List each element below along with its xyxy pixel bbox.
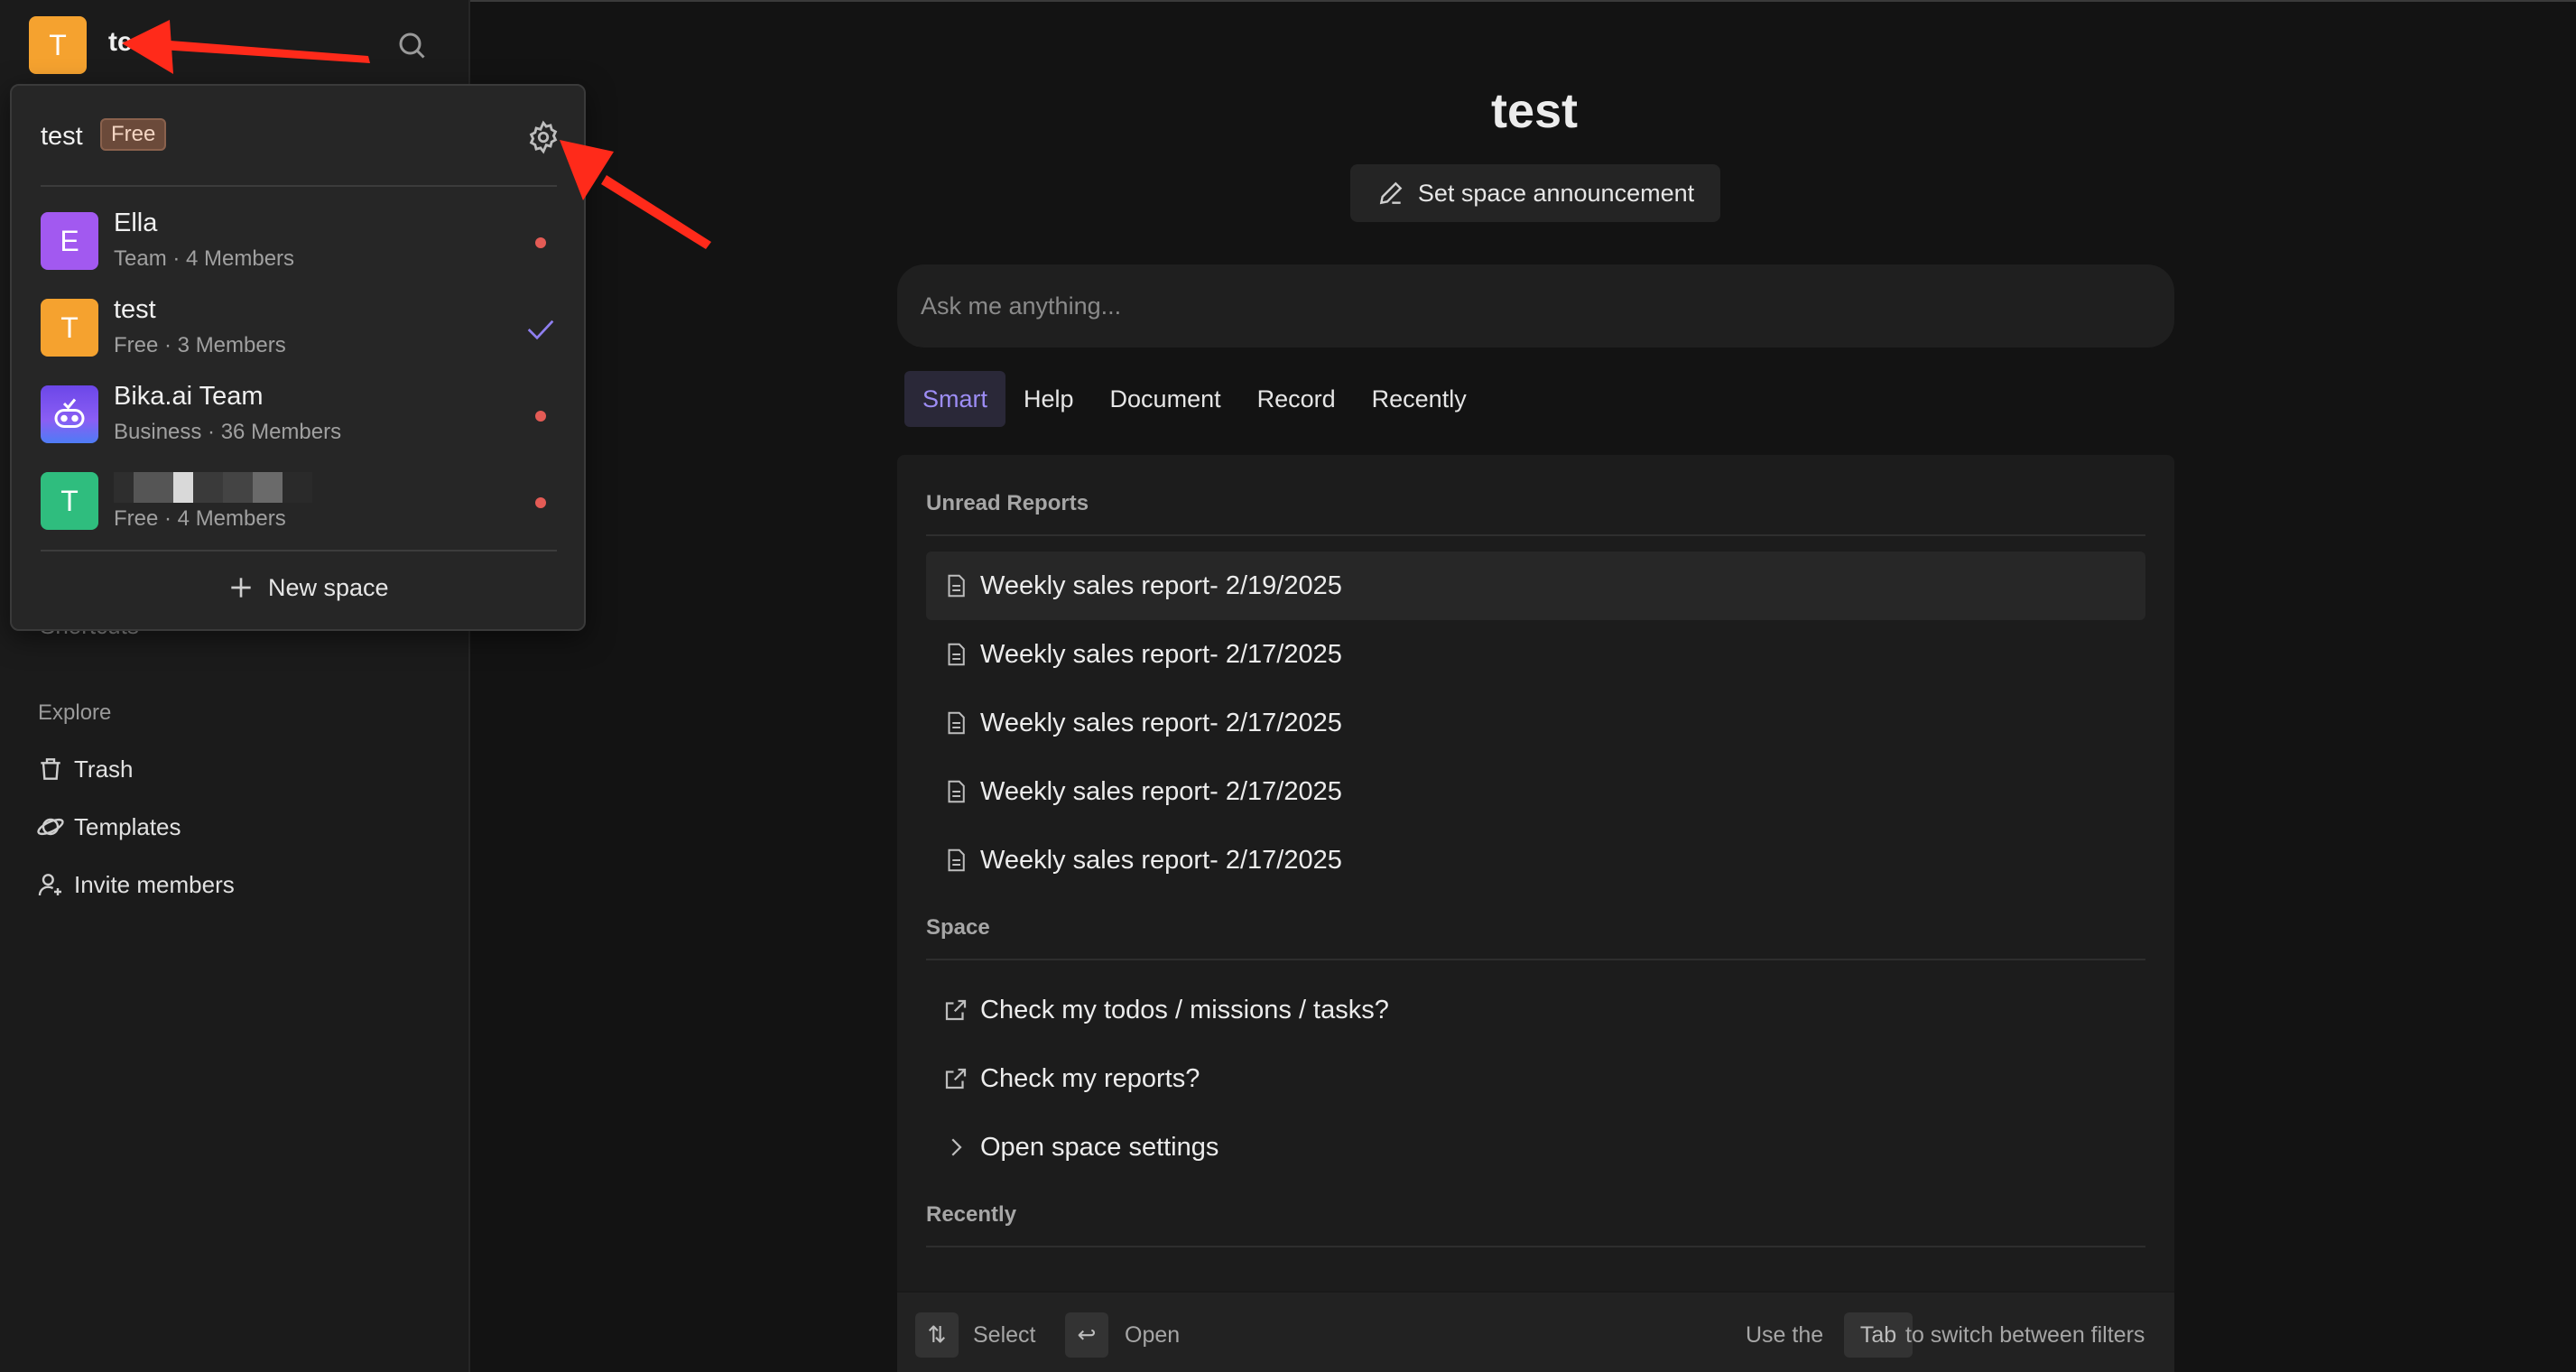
unread-reports-heading: Unread Reports: [926, 491, 1089, 515]
space-item-ella[interactable]: E Ella Team · 4 Members: [41, 203, 564, 284]
search-icon[interactable]: [395, 29, 428, 61]
new-space-label: New space: [268, 573, 389, 601]
announcement-label: Set space announcement: [1417, 179, 1695, 207]
ask-input[interactable]: [897, 264, 2174, 348]
new-space-button[interactable]: New space: [227, 573, 389, 602]
section-divider: [926, 959, 2145, 960]
space-action-label: Check my todos / missions / tasks?: [980, 995, 1389, 1024]
filter-tabs: Smart Help Document Record Recently: [904, 371, 1485, 427]
space-subtitle: Team · 4 Members: [114, 246, 295, 271]
space-switcher-popover: test Free E Ella Team · 4 Members T test…: [10, 84, 586, 631]
redacted-space-name: [114, 472, 312, 503]
section-divider: [926, 1246, 2145, 1247]
tab-hint-prefix: Use the: [1746, 1322, 1824, 1348]
report-item[interactable]: Weekly sales report- 2/17/2025: [926, 757, 2145, 826]
space-action-label: Check my reports?: [980, 1063, 1200, 1093]
report-title: Weekly sales report- 2/17/2025: [980, 708, 1342, 737]
space-avatar: T: [41, 299, 98, 357]
sidebar-item-label: Templates: [74, 812, 181, 840]
external-link-icon: [945, 999, 967, 1021]
report-title: Weekly sales report- 2/17/2025: [980, 639, 1342, 669]
sidebar-item-label: Invite members: [74, 870, 235, 898]
space-avatar: E: [41, 212, 98, 270]
tab-record[interactable]: Record: [1239, 371, 1354, 427]
document-icon: [948, 574, 965, 598]
document-icon: [948, 643, 965, 666]
space-subtitle: Free · 3 Members: [114, 333, 286, 357]
popover-divider: [41, 550, 557, 552]
sidebar-item-label: Trash: [74, 755, 134, 783]
space-subtitle: Business · 36 Members: [114, 420, 342, 444]
unread-dot: [535, 411, 546, 422]
user-plus-icon: [38, 874, 61, 896]
popover-divider: [41, 185, 557, 187]
pencil-icon: [1379, 181, 1403, 205]
enter-key-icon: ↩: [1065, 1312, 1108, 1358]
popover-space-title: test: [41, 122, 83, 151]
report-item[interactable]: Weekly sales report- 2/17/2025: [926, 620, 2145, 689]
page-title: test: [1490, 84, 1579, 138]
space-name: Ella: [114, 209, 158, 237]
check-icon: [527, 320, 554, 340]
tab-help[interactable]: Help: [1005, 371, 1092, 427]
tab-document[interactable]: Document: [1092, 371, 1239, 427]
space-action-item[interactable]: Open space settings: [926, 1113, 2145, 1182]
sidebar-item-trash[interactable]: Trash: [36, 755, 134, 783]
space-item-test[interactable]: T test Free · 3 Members: [41, 290, 564, 371]
space-subtitle: Free · 4 Members: [114, 506, 286, 531]
space-item-bika-team[interactable]: Bika.ai Team Business · 36 Members: [41, 376, 564, 458]
space-action-label: Open space settings: [980, 1132, 1219, 1162]
explore-section-label: Explore: [38, 700, 112, 725]
space-action-item[interactable]: Check my todos / missions / tasks?: [926, 976, 2145, 1044]
up-down-arrows-icon: ⇅: [915, 1312, 959, 1358]
chevron-right-icon: [951, 1138, 962, 1156]
trash-icon: [41, 758, 60, 780]
robot-logo-icon: [41, 385, 98, 443]
planet-icon: [37, 818, 64, 836]
select-hint: Select: [973, 1322, 1036, 1348]
recently-heading: Recently: [926, 1202, 1017, 1227]
tab-hint-suffix: to switch between filters: [1905, 1322, 2145, 1348]
tab-smart[interactable]: Smart: [904, 371, 1006, 427]
report-item[interactable]: Weekly sales report- 2/17/2025: [926, 826, 2145, 895]
space-item-blurred[interactable]: T Free · 4 Members: [41, 463, 564, 544]
report-item[interactable]: Weekly sales report- 2/19/2025: [926, 552, 2145, 620]
keyboard-hints-footer: ⇅ Select ↩ Open Use the Tab to switch be…: [897, 1291, 2174, 1372]
document-icon: [948, 780, 965, 803]
space-heading: Space: [926, 915, 990, 940]
external-link-icon: [945, 1068, 967, 1089]
report-title: Weekly sales report- 2/17/2025: [980, 776, 1342, 806]
report-item[interactable]: Weekly sales report- 2/17/2025: [926, 689, 2145, 757]
current-space-avatar[interactable]: T: [29, 16, 87, 74]
unread-dot: [535, 497, 546, 508]
open-hint: Open: [1125, 1322, 1181, 1348]
tab-key: Tab: [1844, 1312, 1913, 1358]
plus-icon: [231, 578, 251, 598]
document-icon: [948, 711, 965, 735]
document-icon: [948, 848, 965, 872]
space-action-item[interactable]: Check my reports?: [926, 1044, 2145, 1113]
report-title: Weekly sales report- 2/17/2025: [980, 845, 1342, 875]
results-panel: Unread Reports Weekly sales report- 2/19…: [897, 455, 2174, 1372]
current-space-name[interactable]: te: [108, 27, 133, 58]
space-avatar: T: [41, 472, 98, 530]
set-announcement-button[interactable]: Set space announcement: [1350, 164, 1720, 222]
space-name: Bika.ai Team: [114, 382, 264, 411]
report-title: Weekly sales report- 2/19/2025: [980, 570, 1342, 600]
gear-icon[interactable]: [526, 120, 561, 154]
unread-dot: [535, 237, 546, 248]
space-name: test: [114, 295, 156, 324]
sidebar-item-invite-members[interactable]: Invite members: [36, 870, 235, 899]
section-divider: [926, 534, 2145, 536]
plan-badge: Free: [100, 118, 167, 151]
sidebar-item-templates[interactable]: Templates: [36, 812, 181, 841]
tab-recently[interactable]: Recently: [1354, 371, 1485, 427]
